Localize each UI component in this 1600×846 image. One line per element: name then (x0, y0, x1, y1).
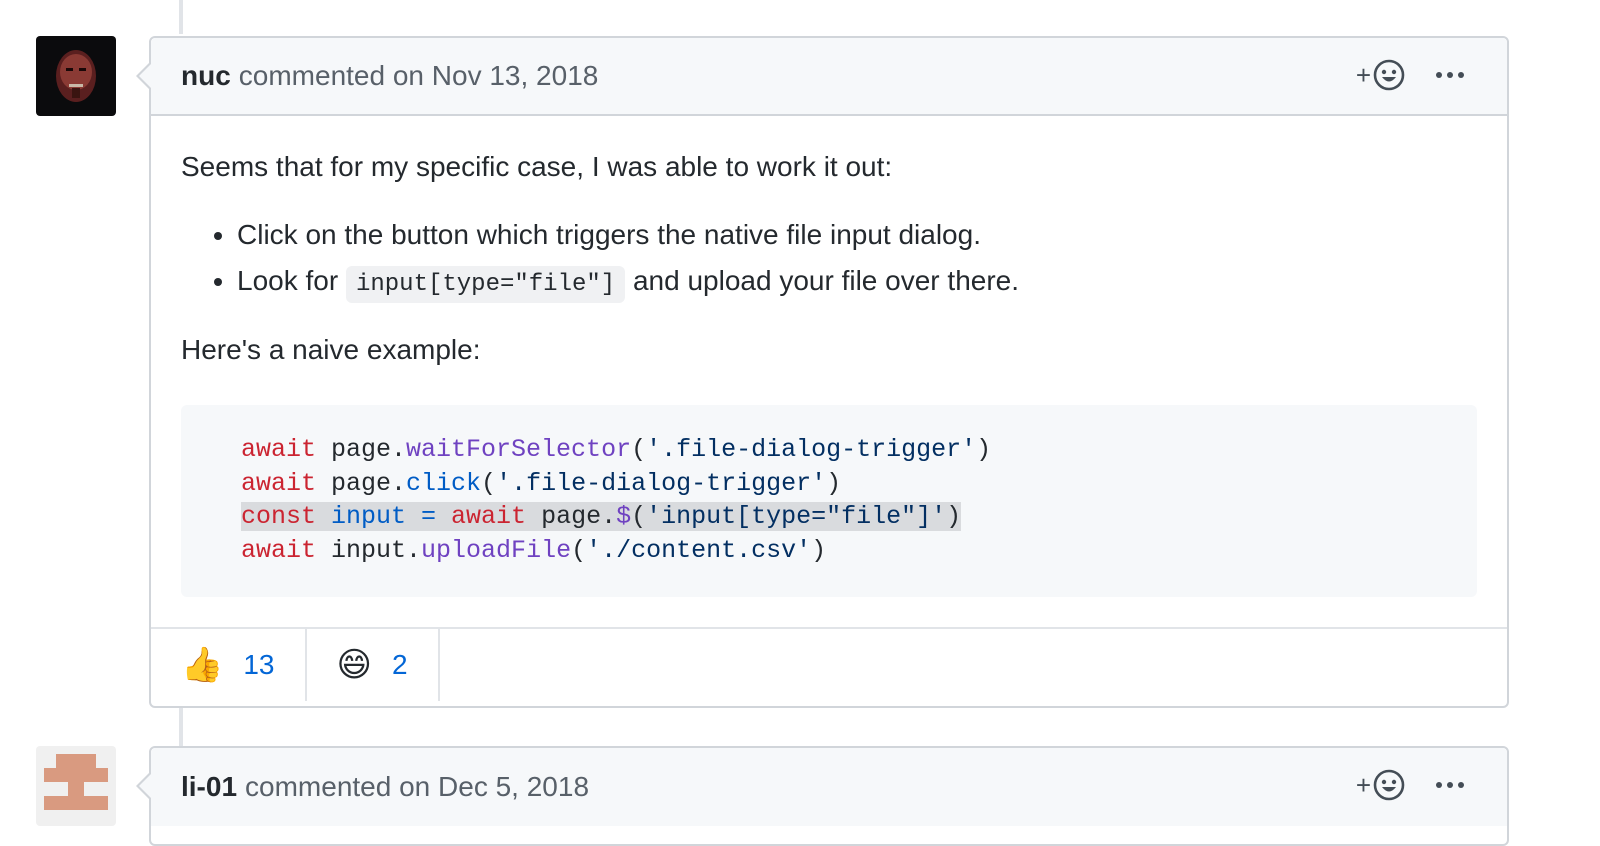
reaction-smile[interactable]: 😄 2 (307, 629, 440, 701)
code-token: './content.csv' (586, 535, 812, 565)
avatar-nuc-image (36, 36, 116, 116)
code-token: ( (631, 435, 647, 464)
code-block: await page.waitForSelector('.file-dialog… (181, 405, 1477, 597)
code-token: ) (811, 535, 827, 565)
code-token: await (451, 502, 527, 531)
avatar-li-01[interactable] (36, 746, 116, 826)
comment-header-actions: + (1356, 748, 1465, 822)
code-token: input. (316, 535, 422, 565)
code-token: waitForSelector (406, 435, 632, 464)
code-line-2: await page.click('.file-dialog-trigger') (241, 467, 1417, 501)
list-item: Look for input[type="file"] and upload y… (237, 260, 1477, 303)
code-token: ) (976, 435, 992, 464)
comment-author[interactable]: li-01 (181, 771, 237, 803)
smiley-icon (1373, 59, 1405, 91)
kebab-horizontal-icon (1436, 782, 1464, 788)
comment-nuc: nuc commented on Nov 13, 2018 + Seems th… (136, 36, 1509, 708)
avatar-nuc[interactable] (36, 36, 116, 116)
comment-header: nuc commented on Nov 13, 2018 + (136, 38, 1507, 116)
code-token: 'input[type="file"]' (646, 502, 947, 531)
code-token: click (406, 468, 482, 498)
code-token: '.file-dialog-trigger' (646, 435, 977, 464)
code-token: page. (316, 435, 407, 464)
code-token: ( (481, 468, 497, 498)
thumbs-up-icon: 👍 (181, 646, 224, 684)
comment-header-actions: + (1356, 38, 1465, 112)
code-line-1: await page.waitForSelector('.file-dialog… (241, 433, 1417, 467)
code-token: input (316, 502, 407, 531)
list-item: Click on the button which triggers the n… (237, 214, 1477, 256)
inline-code: input[type="file"] (345, 266, 626, 303)
add-reaction-plus: + (1355, 59, 1371, 90)
comment-timestamp[interactable]: commented on Nov 13, 2018 (239, 60, 599, 92)
more-options-button[interactable] (1435, 71, 1465, 79)
code-token: await (241, 535, 317, 565)
more-options-button[interactable] (1435, 781, 1465, 789)
avatar-li-01-image (36, 746, 116, 826)
comment-author[interactable]: nuc (181, 60, 231, 92)
kebab-horizontal-icon (1436, 72, 1464, 78)
code-token: ( (631, 502, 647, 531)
bullet-text: Look for (237, 265, 346, 296)
reaction-count: 2 (391, 649, 408, 680)
reaction-count: 13 (243, 649, 275, 680)
code-line-3: const input = await page.$('input[type="… (241, 500, 1417, 534)
comment-li-01: li-01 commented on Dec 5, 2018 + (136, 746, 1509, 846)
reactions-bar: 👍 13 😄 2 (151, 627, 1507, 701)
code-token: await (241, 468, 317, 498)
comment-intro: Seems that for my specific case, I was a… (181, 151, 893, 182)
smile-icon: 😄 (336, 646, 372, 684)
add-reaction-button[interactable]: + (1356, 59, 1405, 91)
add-reaction-plus: + (1355, 769, 1371, 800)
comment-header: li-01 commented on Dec 5, 2018 + (136, 748, 1507, 826)
code-line-4: await input.uploadFile('./content.csv') (241, 534, 1417, 568)
code-token: page. (526, 502, 617, 531)
bullet-text: and upload your file over there. (625, 265, 1020, 296)
timeline-line-middle (179, 708, 183, 746)
smiley-icon (1373, 769, 1405, 801)
comment-timestamp[interactable]: commented on Dec 5, 2018 (245, 771, 589, 803)
code-token: ) (946, 502, 962, 531)
code-token: = (406, 502, 452, 531)
code-token: '.file-dialog-trigger' (496, 468, 827, 498)
example-label: Here's a naive example: (181, 334, 481, 365)
comment-body: Seems that for my specific case, I was a… (151, 116, 1507, 627)
timeline-line-top (179, 0, 183, 34)
comment-bullet-list: Click on the button which triggers the n… (181, 214, 1477, 303)
code-token: $ (616, 502, 632, 531)
code-token: const (241, 502, 317, 531)
code-token: ) (826, 468, 842, 498)
reaction-thumbs-up[interactable]: 👍 13 (151, 629, 307, 701)
code-token: uploadFile (421, 535, 572, 565)
add-reaction-button[interactable]: + (1356, 769, 1405, 801)
code-token: ( (571, 535, 587, 565)
code-highlight: const input = await page.$('input[type="… (241, 502, 962, 531)
code-token: await (241, 435, 317, 464)
code-token: page. (316, 468, 407, 498)
